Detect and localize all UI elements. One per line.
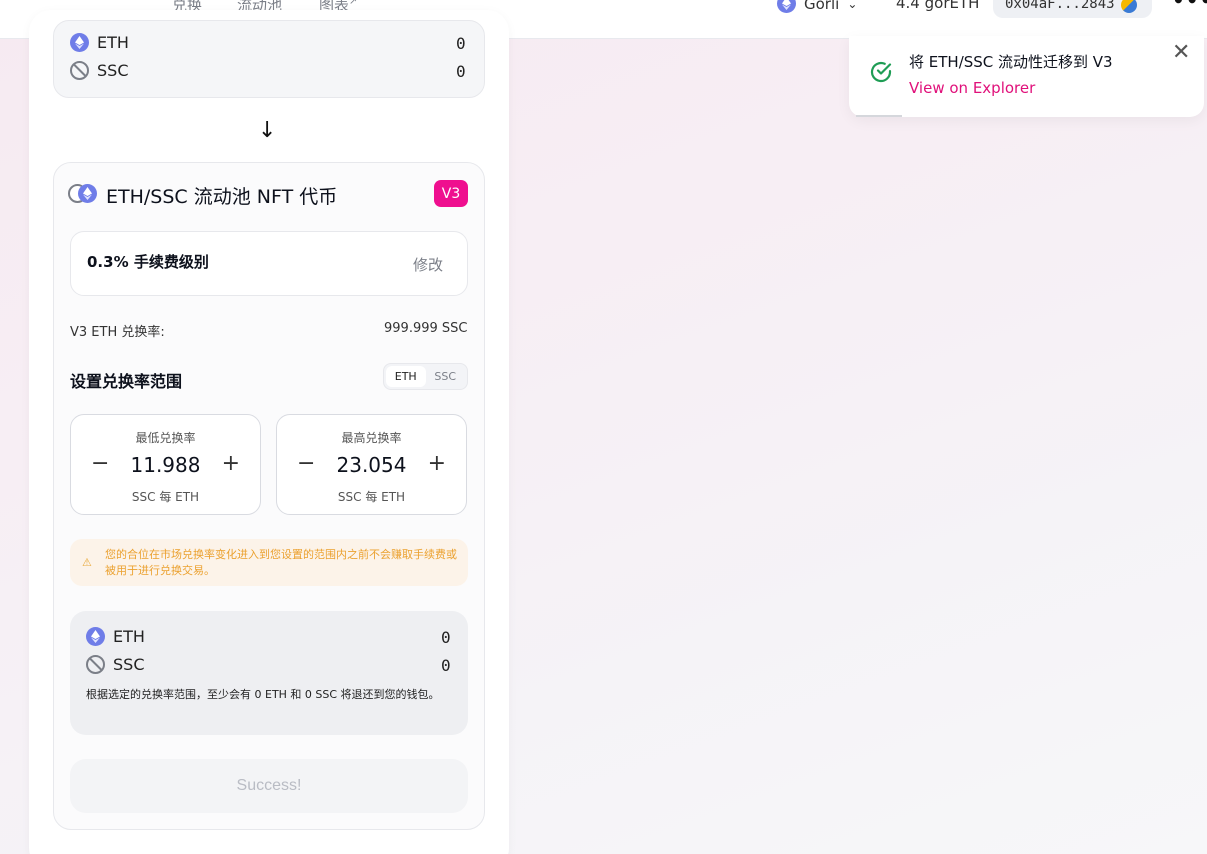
token-amount: 0 (456, 62, 466, 81)
token-symbol: SSC (97, 61, 129, 80)
arrow-down-icon: ↓ (258, 118, 277, 143)
fee-tier-label: 0.3% 手续费级别 (87, 253, 209, 271)
increase-min-price-button[interactable]: + (222, 451, 240, 476)
rate-label: V3 ETH 兑换率: (70, 325, 165, 340)
view-on-explorer-link[interactable]: View on Explorer (909, 79, 1035, 97)
refund-token-ssc: SSC (86, 655, 144, 674)
pool-title: ETH/SSC 流动池 NFT 代币 (106, 186, 338, 208)
ethereum-icon (777, 0, 796, 13)
refund-token-eth: ETH (86, 627, 145, 646)
ethereum-icon (78, 184, 97, 203)
migrate-submit-button[interactable]: Success! (70, 759, 468, 813)
toggle-ssc[interactable]: SSC (426, 366, 466, 387)
warning-icon: ⚠ (82, 556, 92, 569)
max-price-unit: SSC 每 ETH (337, 490, 406, 504)
min-price-box: 最低兑换率 − 11.988 + SSC 每 ETH (70, 414, 261, 515)
token-amount: 0 (456, 34, 466, 53)
chevron-down-icon: ⌄ (847, 0, 858, 11)
v2-token-eth: ETH (70, 33, 129, 52)
v2-token-ssc: SSC (70, 61, 128, 80)
rate-value: 999.999 SSC (384, 321, 468, 336)
token-amount: 0 (441, 656, 451, 675)
wallet-balance: 4.4 görETH (896, 0, 980, 12)
wallet-address: 0x04aF...2843 (1005, 0, 1115, 12)
toast-progress-bar (856, 115, 902, 117)
base-token-toggle: ETH SSC (383, 363, 468, 390)
v2-position-panel (53, 20, 485, 98)
unknown-token-icon (86, 655, 105, 674)
more-menu-icon[interactable]: ••• (1172, 0, 1207, 12)
warning-text: 您的合位在市场兑换率变化进入到您设置的范围内之前不会赚取手续费或被用于进行兑换交… (105, 548, 457, 577)
network-name: Görli (804, 0, 840, 13)
network-selector[interactable]: Görli ⌄ (777, 0, 857, 13)
token-symbol: SSC (113, 655, 145, 674)
ethereum-icon (86, 627, 105, 646)
transaction-toast (849, 36, 1204, 117)
toast-title: 将 ETH/SSC 流动性迁移到 V3 (909, 53, 1113, 71)
unknown-token-icon (70, 61, 89, 80)
version-badge: V3 (434, 180, 468, 207)
token-symbol: ETH (97, 33, 129, 52)
fee-edit-button[interactable]: 修改 (413, 254, 443, 275)
token-amount: 0 (441, 628, 451, 647)
refund-note: 根据选定的兑换率范围，至少会有 0 ETH 和 0 SSC 将退还到您的钱包。 (86, 688, 440, 701)
success-check-icon (870, 61, 892, 83)
max-price-box: 最高兑换率 − 23.054 + SSC 每 ETH (276, 414, 467, 515)
wallet-avatar-icon (1120, 0, 1137, 13)
min-price-unit: SSC 每 ETH (131, 490, 200, 504)
close-icon[interactable]: ✕ (1172, 40, 1190, 65)
toggle-eth[interactable]: ETH (386, 366, 426, 387)
range-title: 设置兑换率范围 (70, 372, 183, 391)
increase-max-price-button[interactable]: + (428, 451, 446, 476)
ethereum-icon (70, 33, 89, 52)
token-symbol: ETH (113, 627, 145, 646)
wallet-address-button[interactable]: 0x04aF...2843 (993, 0, 1152, 18)
pair-icons (68, 184, 98, 203)
max-price-title: 最高兑换率 (341, 431, 402, 445)
min-price-title: 最低兑换率 (135, 431, 196, 445)
external-link-icon: ↗ (349, 0, 358, 7)
